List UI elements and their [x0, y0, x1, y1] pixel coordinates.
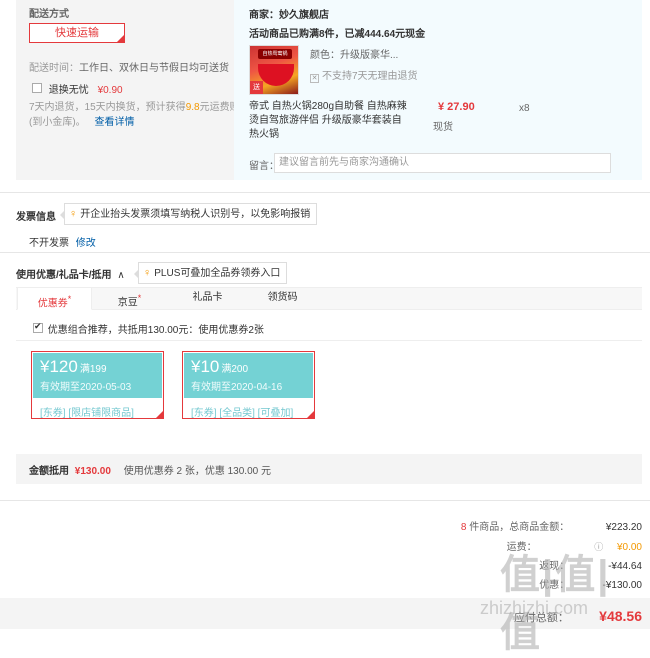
return-insurance-option[interactable]: 退换无忧 ¥0.90: [32, 81, 123, 96]
shipping-method-button[interactable]: 快速运输: [29, 23, 125, 43]
coupon-condition: 满199: [79, 364, 107, 375]
product-color: 颜色：升级版豪华...: [310, 50, 399, 61]
hotpot-bowl-icon: [258, 64, 294, 86]
invoice-edit-link[interactable]: 修改: [76, 238, 96, 249]
details-link[interactable]: 查看详情: [94, 117, 134, 128]
invoice-status: 不开发票: [29, 238, 69, 249]
return-insurance-desc-2: (到小金库)。 查看详情: [29, 117, 135, 128]
coupon-header: ¥120 满199 有效期至2020-05-03: [33, 353, 162, 398]
discount-title[interactable]: 使用优惠/礼品卡/抵用 ∧: [16, 266, 125, 281]
divider: [0, 500, 650, 501]
selected-corner-icon: [116, 34, 125, 43]
seller-name[interactable]: 妙久旗舰店: [279, 10, 329, 21]
return-insurance-desc: 7天内退货，15天内换货，预计获得9.8元运费赔付: [29, 102, 250, 113]
coupon-tags: [东券] [全品类] [可叠加]: [191, 408, 294, 419]
shipping-title: 配送方式: [29, 9, 69, 20]
item-count: 8: [460, 522, 467, 533]
coupon-amount: ¥10: [191, 357, 220, 376]
selected-corner-icon: [155, 410, 164, 419]
coupon-combo-checkbox[interactable]: [33, 321, 43, 333]
discount-total: 金额抵用 ¥130.00 使用优惠券 2 张，优惠 130.00 元: [29, 466, 271, 477]
chevron-up-icon[interactable]: ∧: [117, 270, 124, 281]
lightbulb-icon: ♀: [69, 208, 78, 220]
coupon-header: ¥10 满200 有效期至2020-04-16: [184, 353, 313, 398]
divider: [0, 252, 650, 253]
divider: [16, 340, 642, 341]
invoice-tip: ♀ 开企业抬头发票须填写纳税人识别号，以免影响报销: [59, 203, 318, 225]
shipping-method-label: 快速运输: [55, 27, 99, 39]
coupon-condition: 满200: [221, 364, 249, 375]
discount-total-amount: ¥130.00: [74, 466, 111, 477]
watermark-url: zhizhizhi.com: [480, 598, 589, 618]
goods-total: ¥223.20: [605, 522, 642, 533]
coupon-amount: ¥120: [40, 357, 78, 376]
shipping-time: 配送时间：工作日、双休日与节假日均可送货: [29, 63, 229, 74]
tab-redeem-code[interactable]: 领货码: [245, 287, 320, 310]
product-image[interactable]: 自热鸳鸯锅 送: [249, 45, 299, 95]
tab-gift-card[interactable]: 礼品卡: [170, 287, 245, 310]
promo-text: 活动商品已购满8件，已减444.64元现金: [249, 29, 426, 40]
selected-corner-icon: [306, 410, 315, 419]
product-price: ¥ 27.90: [438, 101, 475, 113]
lightbulb-icon: ♀: [143, 267, 152, 279]
coupon-combo-option[interactable]: 优惠组合推荐，共抵用130.00元：使用优惠券2张: [33, 321, 264, 336]
tab-coupons[interactable]: 优惠券*: [17, 287, 92, 310]
plus-coupon-tip[interactable]: ♀ PLUS可叠加全品券领券入口: [133, 262, 288, 284]
product-name[interactable]: 帝式 自热火锅280g自助餐 自热麻辣烫自驾旅游伴侣 升级版豪华套装自热火锅: [249, 100, 409, 142]
goods-total-row: 8 件商品，总商品金额： ¥223.20: [460, 522, 642, 533]
product-image-pill: 自热鸳鸯锅: [258, 49, 292, 59]
return-insurance-price: ¥0.90: [97, 85, 123, 96]
coupon-card[interactable]: ¥10 满200 有效期至2020-04-16 [东券] [全品类] [可叠加]: [182, 351, 315, 419]
invoice-status-row: 不开发票 修改: [29, 234, 96, 249]
coupon-tags: [东券] [限店铺限商品]: [40, 408, 134, 419]
divider: [0, 192, 650, 193]
no-return-notice: ✕ 不支持7天无理由退货: [310, 71, 418, 83]
no-return-icon: ✕: [310, 74, 319, 83]
remark-input[interactable]: 建议留言前先与商家沟通确认: [274, 153, 611, 173]
gift-tag: 送: [250, 81, 263, 94]
stock-status: 现货: [433, 122, 453, 133]
tab-jd-beans[interactable]: 京豆*: [92, 287, 167, 310]
product-quantity: x8: [519, 103, 530, 114]
coupon-expiry: 有效期至2020-04-16: [191, 382, 283, 393]
coupon-expiry: 有效期至2020-05-03: [40, 382, 132, 393]
return-insurance-checkbox[interactable]: [32, 83, 42, 93]
seller-info: 商家：妙久旗舰店: [249, 10, 329, 21]
invoice-title: 发票信息: [16, 212, 56, 223]
coupon-card[interactable]: ¥120 满199 有效期至2020-05-03 [东券] [限店铺限商品]: [31, 351, 164, 419]
discount-total-desc: 使用优惠券 2 张，优惠 130.00 元: [123, 466, 271, 477]
